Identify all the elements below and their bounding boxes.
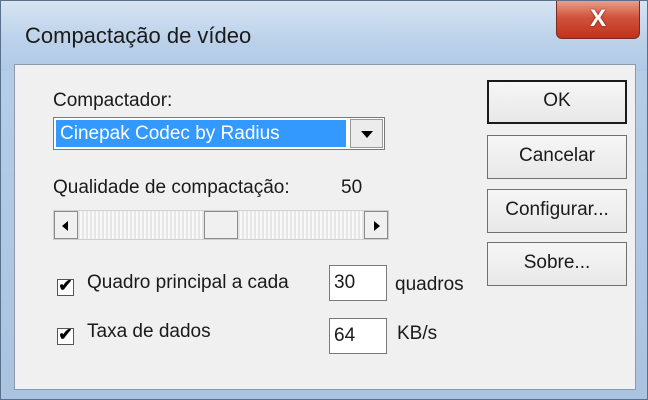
combo-dropdown-button[interactable] — [350, 119, 383, 148]
datarate-input[interactable]: 64 — [329, 318, 387, 354]
datarate-label: Taxa de dados — [87, 321, 211, 342]
quality-label: Qualidade de compactação: — [53, 177, 290, 198]
compressor-label: Compactador: — [53, 90, 173, 111]
datarate-unit: KB/s — [397, 323, 438, 344]
keyframe-input[interactable]: 30 — [329, 265, 387, 301]
compressor-selected-value: Cinepak Codec by Radius — [56, 120, 346, 147]
keyframe-checkbox[interactable]: ✔ — [57, 276, 74, 296]
chevron-left-icon — [62, 221, 68, 231]
chevron-right-icon — [374, 221, 380, 231]
keyframe-unit: quadros — [395, 274, 464, 295]
chevron-down-icon — [361, 131, 373, 138]
dialog-window: Compactação de vídeo X Compactador: Cine… — [0, 0, 648, 400]
quality-value: 50 — [341, 177, 363, 198]
configure-button[interactable]: Configurar... — [487, 189, 627, 233]
slider-thumb[interactable] — [204, 211, 238, 239]
title-bar[interactable]: Compactação de vídeo X — [1, 1, 647, 71]
window-title: Compactação de vídeo — [25, 23, 252, 48]
compressor-select[interactable]: Cinepak Codec by Radius — [53, 117, 385, 150]
slider-right-button[interactable] — [364, 211, 388, 239]
dialog-body: Compactador: Cinepak Codec by Radius Qua… — [14, 64, 636, 390]
keyframe-label: Quadro principal a cada — [87, 272, 289, 293]
close-button[interactable]: X — [556, 1, 640, 39]
cancel-button[interactable]: Cancelar — [487, 135, 627, 179]
datarate-checkbox[interactable]: ✔ — [57, 325, 74, 345]
checkmark-icon: ✔ — [58, 325, 73, 344]
ok-button[interactable]: OK — [487, 80, 627, 124]
about-button[interactable]: Sobre... — [487, 242, 627, 286]
close-icon: X — [589, 5, 606, 32]
checkmark-icon: ✔ — [58, 276, 73, 295]
slider-left-button[interactable] — [54, 211, 78, 239]
quality-slider[interactable] — [53, 210, 389, 240]
